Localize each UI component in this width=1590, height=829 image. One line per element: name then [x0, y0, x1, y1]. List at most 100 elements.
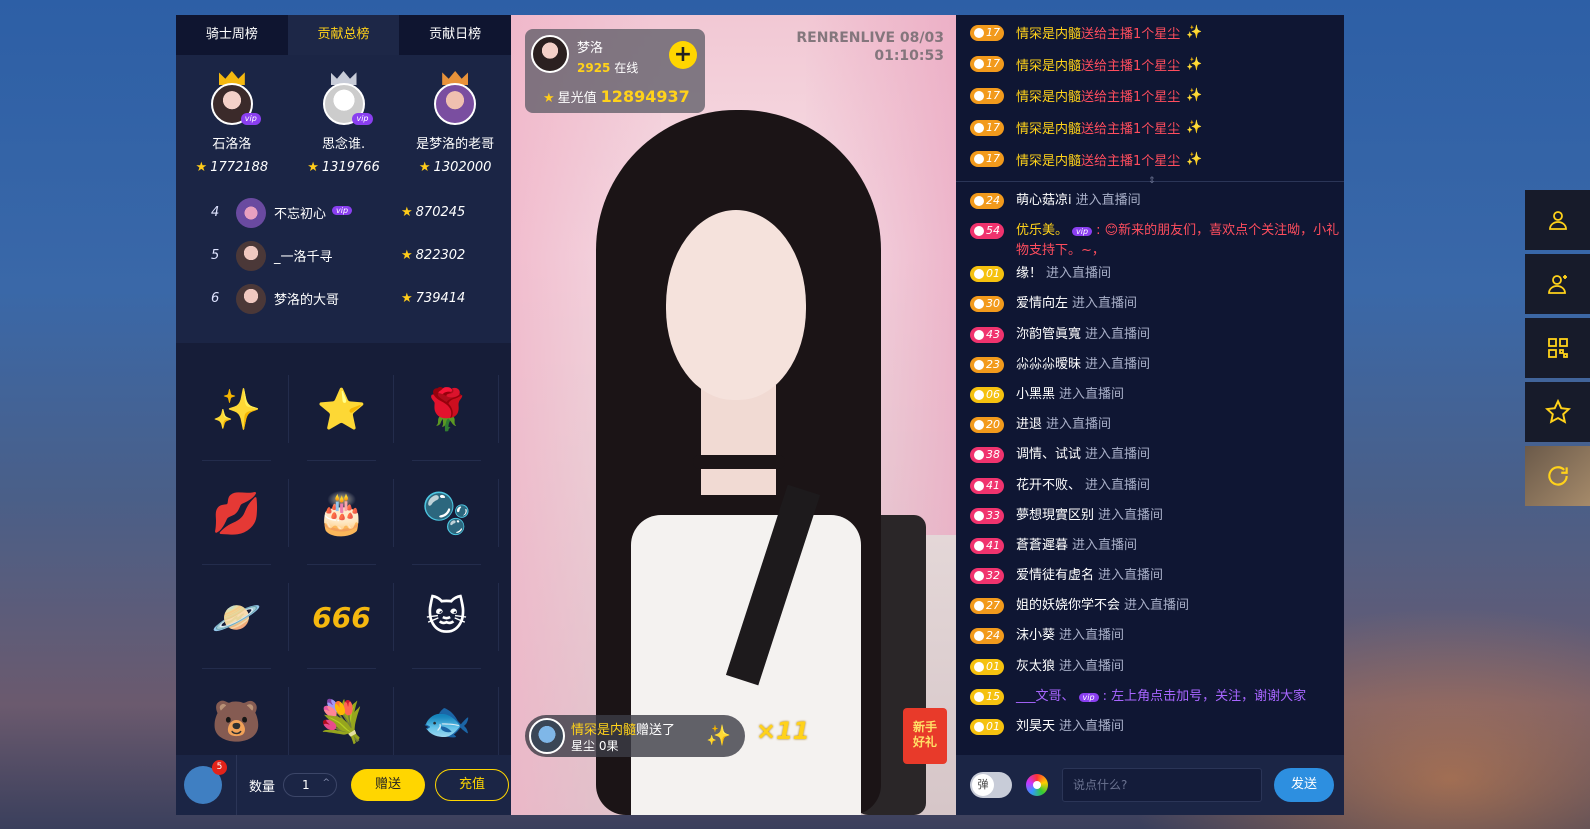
user-name[interactable]: 爱情向左 [1016, 296, 1068, 311]
enter-text: 进入直播间 [1085, 326, 1151, 342]
user-name[interactable]: 萌心菇凉i [1016, 193, 1072, 208]
tab-contribution-daily[interactable]: 贡献日榜 [399, 15, 511, 55]
user-name[interactable]: 沵韵管眞寬 [1016, 327, 1081, 342]
user-icon[interactable] [1525, 190, 1590, 250]
rank-number: 5 [211, 248, 220, 263]
enter-text: 进入直播间 [1098, 507, 1164, 523]
danmaku-toggle[interactable]: 弹 [970, 772, 1012, 798]
gift-sender[interactable]: 情罙是内髓 [1016, 118, 1081, 137]
tab-contribution-total[interactable]: 贡献总榜 [287, 15, 400, 55]
gift-item[interactable]: 🫧 [394, 461, 499, 565]
avatar [236, 283, 266, 314]
user-name[interactable]: 调情、试试 [1016, 447, 1081, 462]
user-name[interactable]: 刘昊天 [1016, 719, 1055, 734]
anchor-avatar[interactable] [531, 35, 569, 73]
refresh-icon[interactable] [1525, 446, 1590, 506]
chat-message: 41 蒼蒼遲暮 进入直播间 [956, 533, 1344, 563]
user-add-icon[interactable] [1525, 254, 1590, 314]
vip-badge: vip [1078, 692, 1099, 702]
sparkle-icon: ✨ [1186, 56, 1203, 72]
user-name[interactable]: 爱情徒有虚名 [1016, 568, 1094, 583]
podium-second[interactable]: vip 思念谁. ★ 1319766 [288, 67, 400, 175]
send-message-button[interactable]: 发送 [1274, 768, 1334, 802]
gift-item[interactable]: 666 [289, 565, 394, 669]
rank-name: _一洛千寻 [274, 250, 333, 265]
level-badge: 41 [970, 537, 1004, 554]
level-badge: 41 [970, 477, 1004, 494]
message-content: 沫小葵 进入直播间 [1016, 623, 1124, 646]
gift-feed-row: 17 情罙是内髓 送给主播1个星尘 ✨ [956, 112, 1344, 144]
rank-tabs: 骑士周榜 贡献总榜 贡献日榜 [176, 15, 511, 55]
gift-sender[interactable]: 情罙是内髓 [1016, 23, 1081, 42]
user-name[interactable]: ___文哥、 [1016, 689, 1075, 704]
chat-input[interactable] [1062, 768, 1262, 802]
sparkle-icon: ✨ [1186, 120, 1203, 136]
quantity-stepper[interactable]: 1 [283, 772, 338, 797]
user-name[interactable]: 尛尛尛暧昧 [1016, 357, 1081, 372]
star-icon[interactable] [1525, 382, 1590, 442]
message-content: 花开不败、 进入直播间 [1016, 473, 1150, 496]
gift-grid: ✨ ⭐ 🌹 💋 🎂 🫧 🪐 666 🐱 🐻 💐 🐟 [176, 343, 511, 773]
tab-knight-weekly[interactable]: 骑士周榜 [176, 15, 288, 55]
sparkle-icon: ✨ [1186, 88, 1203, 104]
podium-name: 石洛洛 [212, 137, 252, 152]
color-picker-icon[interactable] [1026, 774, 1048, 796]
user-name[interactable]: 沫小葵 [1016, 628, 1055, 643]
qrcode-icon[interactable] [1525, 318, 1590, 378]
rank-row[interactable]: 4 不忘初心 vip ★ 870245 [176, 191, 511, 234]
gift-item[interactable]: ⭐ [289, 357, 394, 461]
gift-toast: 情罙是内髓赠送了 星尘 0果 ✨ [525, 715, 745, 757]
gift-item[interactable]: 🪐 [184, 565, 289, 669]
gift-text: 送给主播1个星尘 [1081, 122, 1181, 138]
rank-score: ★ 822302 [401, 248, 466, 263]
enter-text: 进入直播间 [1072, 296, 1138, 312]
rank-name: 梦洛的大哥 [274, 293, 340, 308]
user-name[interactable]: 灰太狼 [1016, 659, 1055, 674]
toast-title: 情罙是内髓赠送了 [571, 723, 676, 738]
send-gift-button[interactable]: 赠送 [351, 769, 426, 801]
star-icon: ★ [401, 205, 413, 220]
user-name[interactable]: 蒼蒼遲暮 [1016, 538, 1068, 553]
user-name[interactable]: 优乐美。 [1016, 223, 1068, 238]
rank-row[interactable]: 6 梦洛的大哥 ★ 739414 [176, 277, 511, 320]
recharge-button[interactable]: 充值 [435, 769, 510, 801]
avatar: vip [322, 83, 373, 125]
gift-sender[interactable]: 情罙是内髓 [1016, 150, 1081, 169]
live-video[interactable]: RENRENLIVE 08/03 01:10:53 梦洛 2925 在线 + ★… [511, 15, 956, 815]
gift-item[interactable]: 🐱 [394, 565, 499, 669]
gift-bag-button[interactable]: 5 [184, 760, 227, 804]
gift-sender[interactable]: 情罙是内髓 [1016, 55, 1081, 74]
gift-item[interactable]: 🎂 [289, 461, 394, 565]
follow-plus-icon[interactable]: + [669, 41, 697, 69]
podium-score: ★ 1772188 [195, 160, 269, 175]
newbie-gift-button[interactable]: 新手 好礼 [903, 708, 947, 764]
podium-third[interactable]: 是梦洛的老哥 ★ 1302000 [399, 67, 511, 175]
user-name[interactable]: 姐的妖娆你学不会 [1016, 598, 1120, 613]
level-badge: 54 [970, 223, 1004, 240]
gift-sender[interactable]: 情罙是内髓 [1016, 86, 1081, 105]
rank-name: 不忘初心 vip [274, 203, 401, 222]
gift-item[interactable]: 💋 [184, 461, 289, 565]
rank-score: ★ 870245 [401, 205, 466, 220]
rank-score: ★ 739414 [401, 291, 466, 306]
enter-text: 进入直播间 [1059, 386, 1125, 402]
rank-board: vip 石洛洛 ★ 1772188 vip 思念谁. ★ 1319766 是梦洛的老… [176, 55, 511, 343]
user-name[interactable]: 夢想現實区别 [1016, 508, 1094, 523]
resize-handle[interactable]: ⇕ [1148, 176, 1156, 186]
gift-item[interactable]: ✨ [184, 357, 289, 461]
level-badge: 20 [970, 417, 1004, 434]
level-badge: 32 [970, 568, 1004, 585]
enter-text: 进入直播间 [1059, 719, 1125, 734]
podium-first[interactable]: vip 石洛洛 ★ 1772188 [176, 67, 288, 175]
user-name[interactable]: 进退 [1016, 417, 1042, 432]
star-icon: ★ [195, 160, 208, 175]
user-name[interactable]: 缘！ [1016, 266, 1042, 281]
video-watermark: RENRENLIVE 08/03 01:10:53 [796, 30, 944, 64]
user-name[interactable]: 花开不败、 [1016, 478, 1081, 493]
rank-row[interactable]: 5 _一洛千寻 ★ 822302 [176, 234, 511, 277]
user-name[interactable]: 小黑黑 [1016, 387, 1055, 402]
level-badge: 17 [970, 119, 1004, 136]
toast-gift: 星尘 0果 [571, 739, 619, 753]
gift-item[interactable]: 🌹 [394, 357, 499, 461]
chat-message: 01 缘！ 进入直播间 [956, 261, 1344, 291]
